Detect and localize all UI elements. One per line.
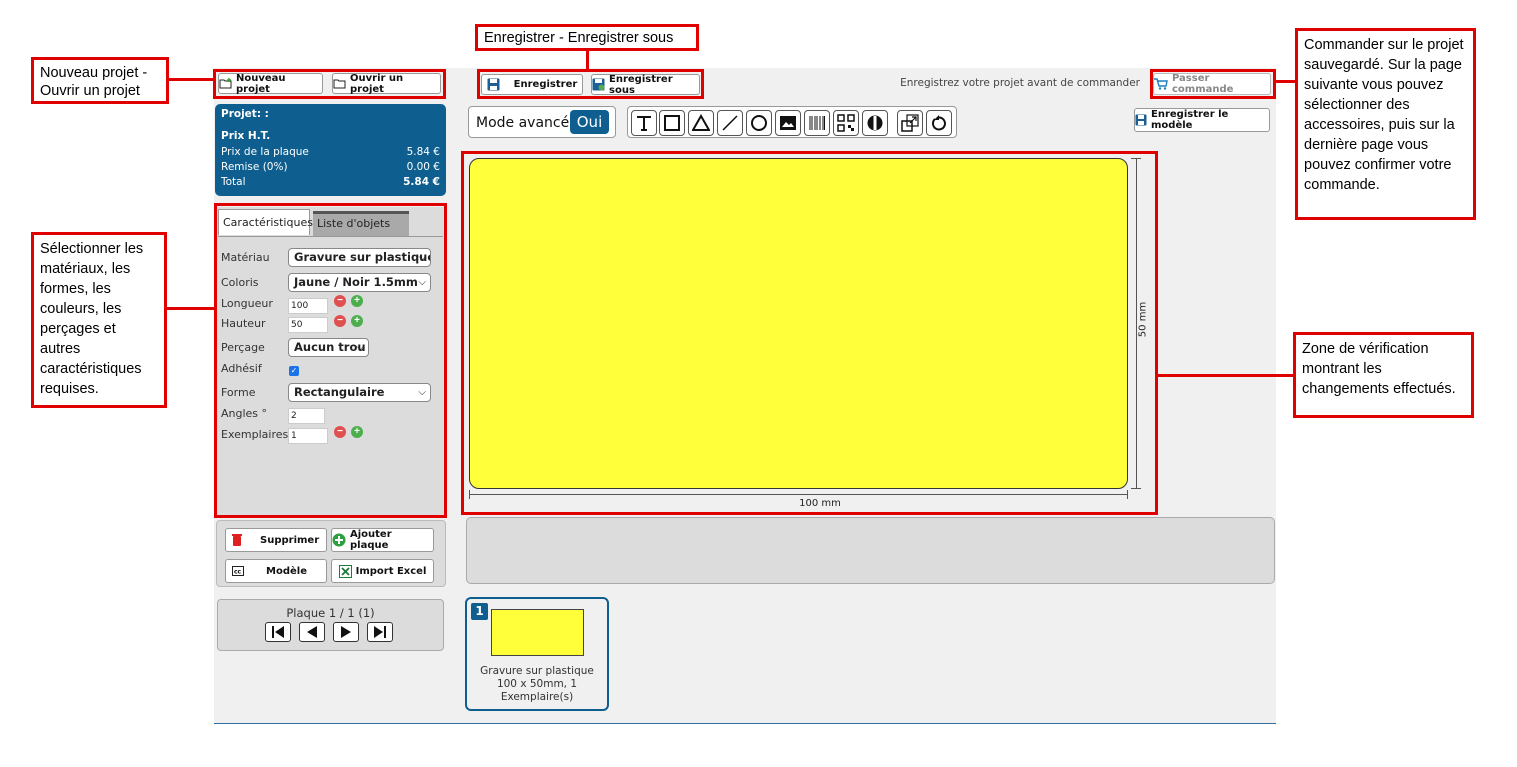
delete-button[interactable]: Supprimer [225, 528, 327, 552]
order-hint: Enregistrez votre projet avant de comman… [900, 77, 1140, 89]
delete-label: Supprimer [260, 534, 320, 546]
total-label: Total [221, 176, 246, 188]
price-row: Remise (0%) 0.00 € [221, 160, 440, 175]
price-heading: Prix H.T. [221, 130, 271, 142]
first-page-icon [272, 626, 284, 638]
prev-page-icon [307, 626, 317, 638]
prev-page-button[interactable] [299, 622, 325, 642]
thumbnail-number: 1 [471, 603, 488, 620]
highlight-order [1150, 69, 1276, 99]
first-page-button[interactable] [265, 622, 291, 642]
next-page-icon [341, 626, 351, 638]
advanced-mode-value: Oui [570, 110, 609, 134]
model-label: Modèle [266, 565, 307, 577]
model-button[interactable]: cc Modèle [225, 559, 327, 583]
resize-tool-icon[interactable] [897, 110, 923, 136]
callout-zone: Zone de vérification montrant les change… [1293, 332, 1474, 418]
price-row-value: 0.00 € [406, 161, 440, 173]
project-title: Projet: : [221, 108, 269, 120]
price-row-label: Prix de la plaque [221, 146, 309, 158]
text-tool-icon[interactable] [631, 110, 657, 136]
total-value: 5.84 € [403, 176, 440, 188]
thumbnail-plate [491, 609, 584, 656]
save-model-label: Enregistrer le modèle [1151, 109, 1229, 131]
pager-label: Plaque 1 / 1 (1) [286, 606, 375, 620]
qrcode-tool-icon[interactable] [833, 110, 859, 136]
price-row-label: Remise (0%) [221, 161, 288, 173]
save-icon [1135, 114, 1147, 126]
properties-panel [466, 517, 1275, 584]
highlight-characteristics [214, 203, 447, 518]
excel-icon [338, 564, 352, 578]
template-icon: cc [232, 566, 244, 576]
total-row: Total 5.84 € [221, 175, 440, 190]
circle-tool-icon[interactable] [746, 110, 772, 136]
thumbnail-caption: Gravure sur plastique 100 x 50mm, 1 Exem… [480, 665, 594, 703]
line-tool-icon[interactable] [717, 110, 743, 136]
project-info-panel: Projet: : Prix H.T. Prix de la plaque 5.… [215, 104, 446, 196]
import-excel-label: Import Excel [355, 565, 427, 577]
triangle-tool-icon[interactable] [688, 110, 714, 136]
last-page-icon [374, 626, 386, 638]
rectangle-tool-icon[interactable] [659, 110, 685, 136]
callout-new-open: Nouveau projet - Ouvrir un projet [31, 57, 169, 104]
highlight-new-open [213, 69, 446, 99]
add-circle-icon [332, 533, 346, 547]
next-page-button[interactable] [333, 622, 359, 642]
callout-line [167, 78, 214, 81]
highlight-save [477, 69, 704, 99]
price-row-value: 5.84 € [406, 146, 440, 158]
callout-line [165, 307, 215, 310]
add-plate-label: Ajouter plaque [350, 529, 392, 551]
symbol-tool-icon[interactable] [862, 110, 888, 136]
advanced-mode-toggle[interactable]: Mode avancé Oui [468, 106, 616, 138]
callout-select: Sélectionner les matériaux, les formes, … [31, 232, 167, 408]
highlight-preview [461, 151, 1158, 515]
import-excel-button[interactable]: Import Excel [331, 559, 434, 583]
add-plate-button[interactable]: Ajouter plaque [331, 528, 434, 552]
plate-thumbnail[interactable]: 1 Gravure sur plastique 100 x 50mm, 1 Ex… [465, 597, 609, 711]
save-model-button[interactable]: Enregistrer le modèle [1134, 108, 1270, 132]
image-tool-icon[interactable] [775, 110, 801, 136]
advanced-mode-label: Mode avancé [476, 115, 570, 131]
svg-text:cc: cc [234, 569, 242, 576]
barcode-tool-icon[interactable] [804, 110, 830, 136]
callout-order: Commander sur le projet sauvegardé. Sur … [1295, 28, 1476, 220]
callout-line [586, 49, 589, 70]
last-page-button[interactable] [367, 622, 393, 642]
undo-tool-icon[interactable] [926, 110, 952, 136]
price-row: Prix de la plaque 5.84 € [221, 145, 440, 160]
callout-line [1158, 374, 1295, 377]
callout-save: Enregistrer - Enregistrer sous [475, 24, 699, 51]
trash-icon [232, 534, 242, 546]
